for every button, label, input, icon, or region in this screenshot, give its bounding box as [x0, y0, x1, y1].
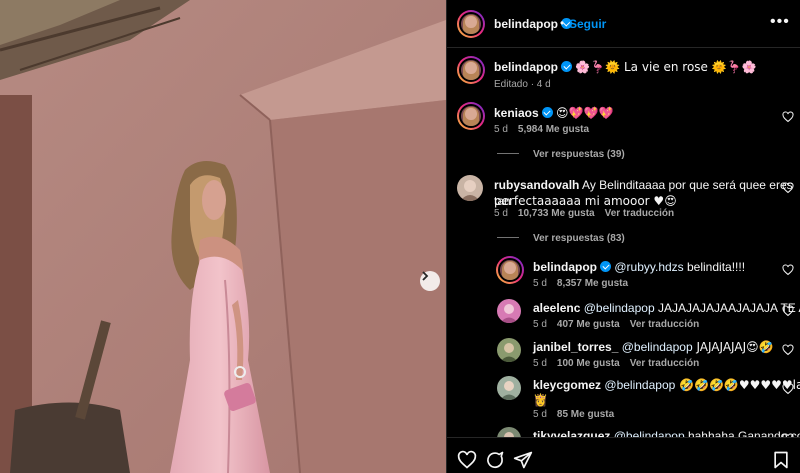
caption-body: 🌸🦩🌞 La vie en rose 🌞🦩🌸 [575, 60, 757, 74]
heart-icon[interactable] [782, 111, 794, 123]
heart-icon[interactable] [782, 305, 794, 317]
avatar[interactable] [457, 10, 485, 38]
heart-icon[interactable] [782, 344, 794, 356]
reply-mention[interactable]: @belindapop [614, 429, 685, 437]
avatar-image [500, 381, 518, 400]
follow-button[interactable]: Seguir [569, 17, 606, 31]
avatar-image [500, 304, 518, 323]
comment-text: keniaos 😍💖💖💖 [494, 105, 613, 121]
reply-username[interactable]: kleycgomez [533, 378, 601, 392]
reply-body: JAJAJAJAJAAJAJAJA TE AMO [657, 301, 800, 315]
chevron-right-icon [422, 271, 429, 281]
reply-meta: 5 d 407 Me gusta Ver traducción [533, 319, 709, 330]
avatar[interactable] [497, 376, 521, 400]
photo-illustration [0, 0, 446, 473]
reply-body-line2: 👸 [533, 393, 548, 407]
reply-text: tikyvelazquez @belindapop hahhaha Ganand… [533, 428, 800, 437]
avatar-image [504, 432, 514, 437]
verified-badge-icon [541, 107, 553, 118]
reply-username[interactable]: aleelenc [533, 301, 580, 315]
post-header: belindapop • Seguir ••• [447, 0, 800, 48]
more-options-icon[interactable]: ••• [770, 13, 790, 31]
avatar[interactable] [497, 427, 521, 437]
comment-likes[interactable]: 5,984 Me gusta [518, 124, 589, 135]
reply-mention[interactable]: @belindapop [604, 378, 675, 392]
reply-time: 5 d [533, 409, 547, 420]
post-modal: belindapop • Seguir ••• belindapop 🌸🦩🌞 L… [0, 0, 800, 473]
avatar[interactable] [496, 256, 524, 284]
username-text: belindapop [494, 17, 558, 31]
reply-meta: 5 d 100 Me gusta Ver traducción [533, 358, 709, 369]
paper-plane-icon[interactable] [513, 450, 533, 470]
reply-body: belindita!!!! [683, 260, 746, 274]
verified-badge-icon [561, 61, 572, 72]
separator-dot: • [560, 16, 565, 30]
comment-body-line2: perfectaaaaaa mi amooor ♥😍 [494, 194, 677, 208]
reply-time: 5 d [533, 278, 547, 289]
comment-username[interactable]: rubysandovalh [494, 178, 579, 192]
heart-icon[interactable] [782, 264, 794, 276]
verified-badge-icon [600, 261, 611, 272]
translate-link[interactable]: Ver traducción [605, 208, 674, 219]
reply-mention[interactable]: @rubyy.hdzs [614, 260, 683, 274]
heart-icon[interactable] [457, 450, 477, 470]
caption-meta: Editado · 4 d [494, 79, 551, 90]
reply-username[interactable]: tikyvelazquez [533, 429, 610, 437]
comment-meta: 5 d 5,984 Me gusta [494, 124, 599, 135]
avatar[interactable] [497, 338, 521, 362]
comments-panel: belindapop • Seguir ••• belindapop 🌸🦩🌞 L… [446, 0, 800, 473]
translate-link[interactable]: Ver traducción [630, 319, 699, 330]
avatar[interactable] [457, 175, 483, 201]
reply-likes[interactable]: 100 Me gusta [557, 358, 620, 369]
reply-username[interactable]: janibel_torres_ [533, 340, 618, 354]
reply-mention[interactable]: @belindapop [584, 301, 655, 315]
caption-text: belindapop 🌸🦩🌞 La vie en rose 🌞🦩🌸 [494, 59, 757, 75]
comment-time: 5 d [494, 124, 508, 135]
comment-icon[interactable] [485, 450, 505, 470]
comment-body: 😍💖💖💖 [556, 106, 614, 120]
comment-time: 5 d [494, 208, 508, 219]
reply-text: janibel_torres_ @belindapop JAJAJAJAJ😍🤣 [533, 339, 774, 355]
comments-list[interactable]: belindapop 🌸🦩🌞 La vie en rose 🌞🦩🌸 Editad… [447, 49, 800, 437]
reply-text: aleelenc @belindapop JAJAJAJAJAAJAJAJA T… [533, 300, 800, 316]
reply-meta: 5 d 85 Me gusta [533, 409, 624, 420]
reply-likes[interactable]: 8,357 Me gusta [557, 278, 628, 289]
reply-text: belindapop @rubyy.hdzs belindita!!!! [533, 259, 745, 275]
comment-meta: 5 d 10,733 Me gusta Ver traducción [494, 208, 684, 219]
reply-likes[interactable]: 407 Me gusta [557, 319, 620, 330]
reply-username[interactable]: belindapop [533, 260, 597, 274]
reply-time: 5 d [533, 358, 547, 369]
heart-icon[interactable] [782, 182, 794, 194]
reply-meta: 5 d 8,357 Me gusta [533, 278, 638, 289]
translate-link[interactable]: Ver traducción [630, 358, 699, 369]
caption-username[interactable]: belindapop [494, 60, 558, 74]
reply-time: 5 d [533, 319, 547, 330]
avatar[interactable] [497, 299, 521, 323]
next-photo-button[interactable] [420, 271, 440, 291]
comment-username[interactable]: keniaos [494, 106, 539, 120]
avatar[interactable] [457, 56, 485, 84]
post-photo [0, 0, 446, 473]
avatar-image [500, 343, 518, 362]
bookmark-icon[interactable] [771, 450, 791, 470]
reply-likes[interactable]: 85 Me gusta [557, 409, 614, 420]
action-bar [447, 437, 800, 473]
avatar[interactable] [457, 102, 485, 130]
view-replies-button[interactable]: Ver respuestas (83) [497, 233, 625, 244]
view-replies-button[interactable]: Ver respuestas (39) [497, 149, 625, 160]
avatar-image [460, 180, 480, 201]
reply-body: JAJAJAJAJ😍🤣 [692, 340, 774, 354]
reply-text: kleycgomez @belindapop 🤣🤣🤣🤣♥♥♥♥♥la más [533, 377, 800, 393]
reply-mention[interactable]: @belindapop [622, 340, 693, 354]
comment-likes[interactable]: 10,733 Me gusta [518, 208, 595, 219]
heart-icon[interactable] [782, 383, 794, 395]
